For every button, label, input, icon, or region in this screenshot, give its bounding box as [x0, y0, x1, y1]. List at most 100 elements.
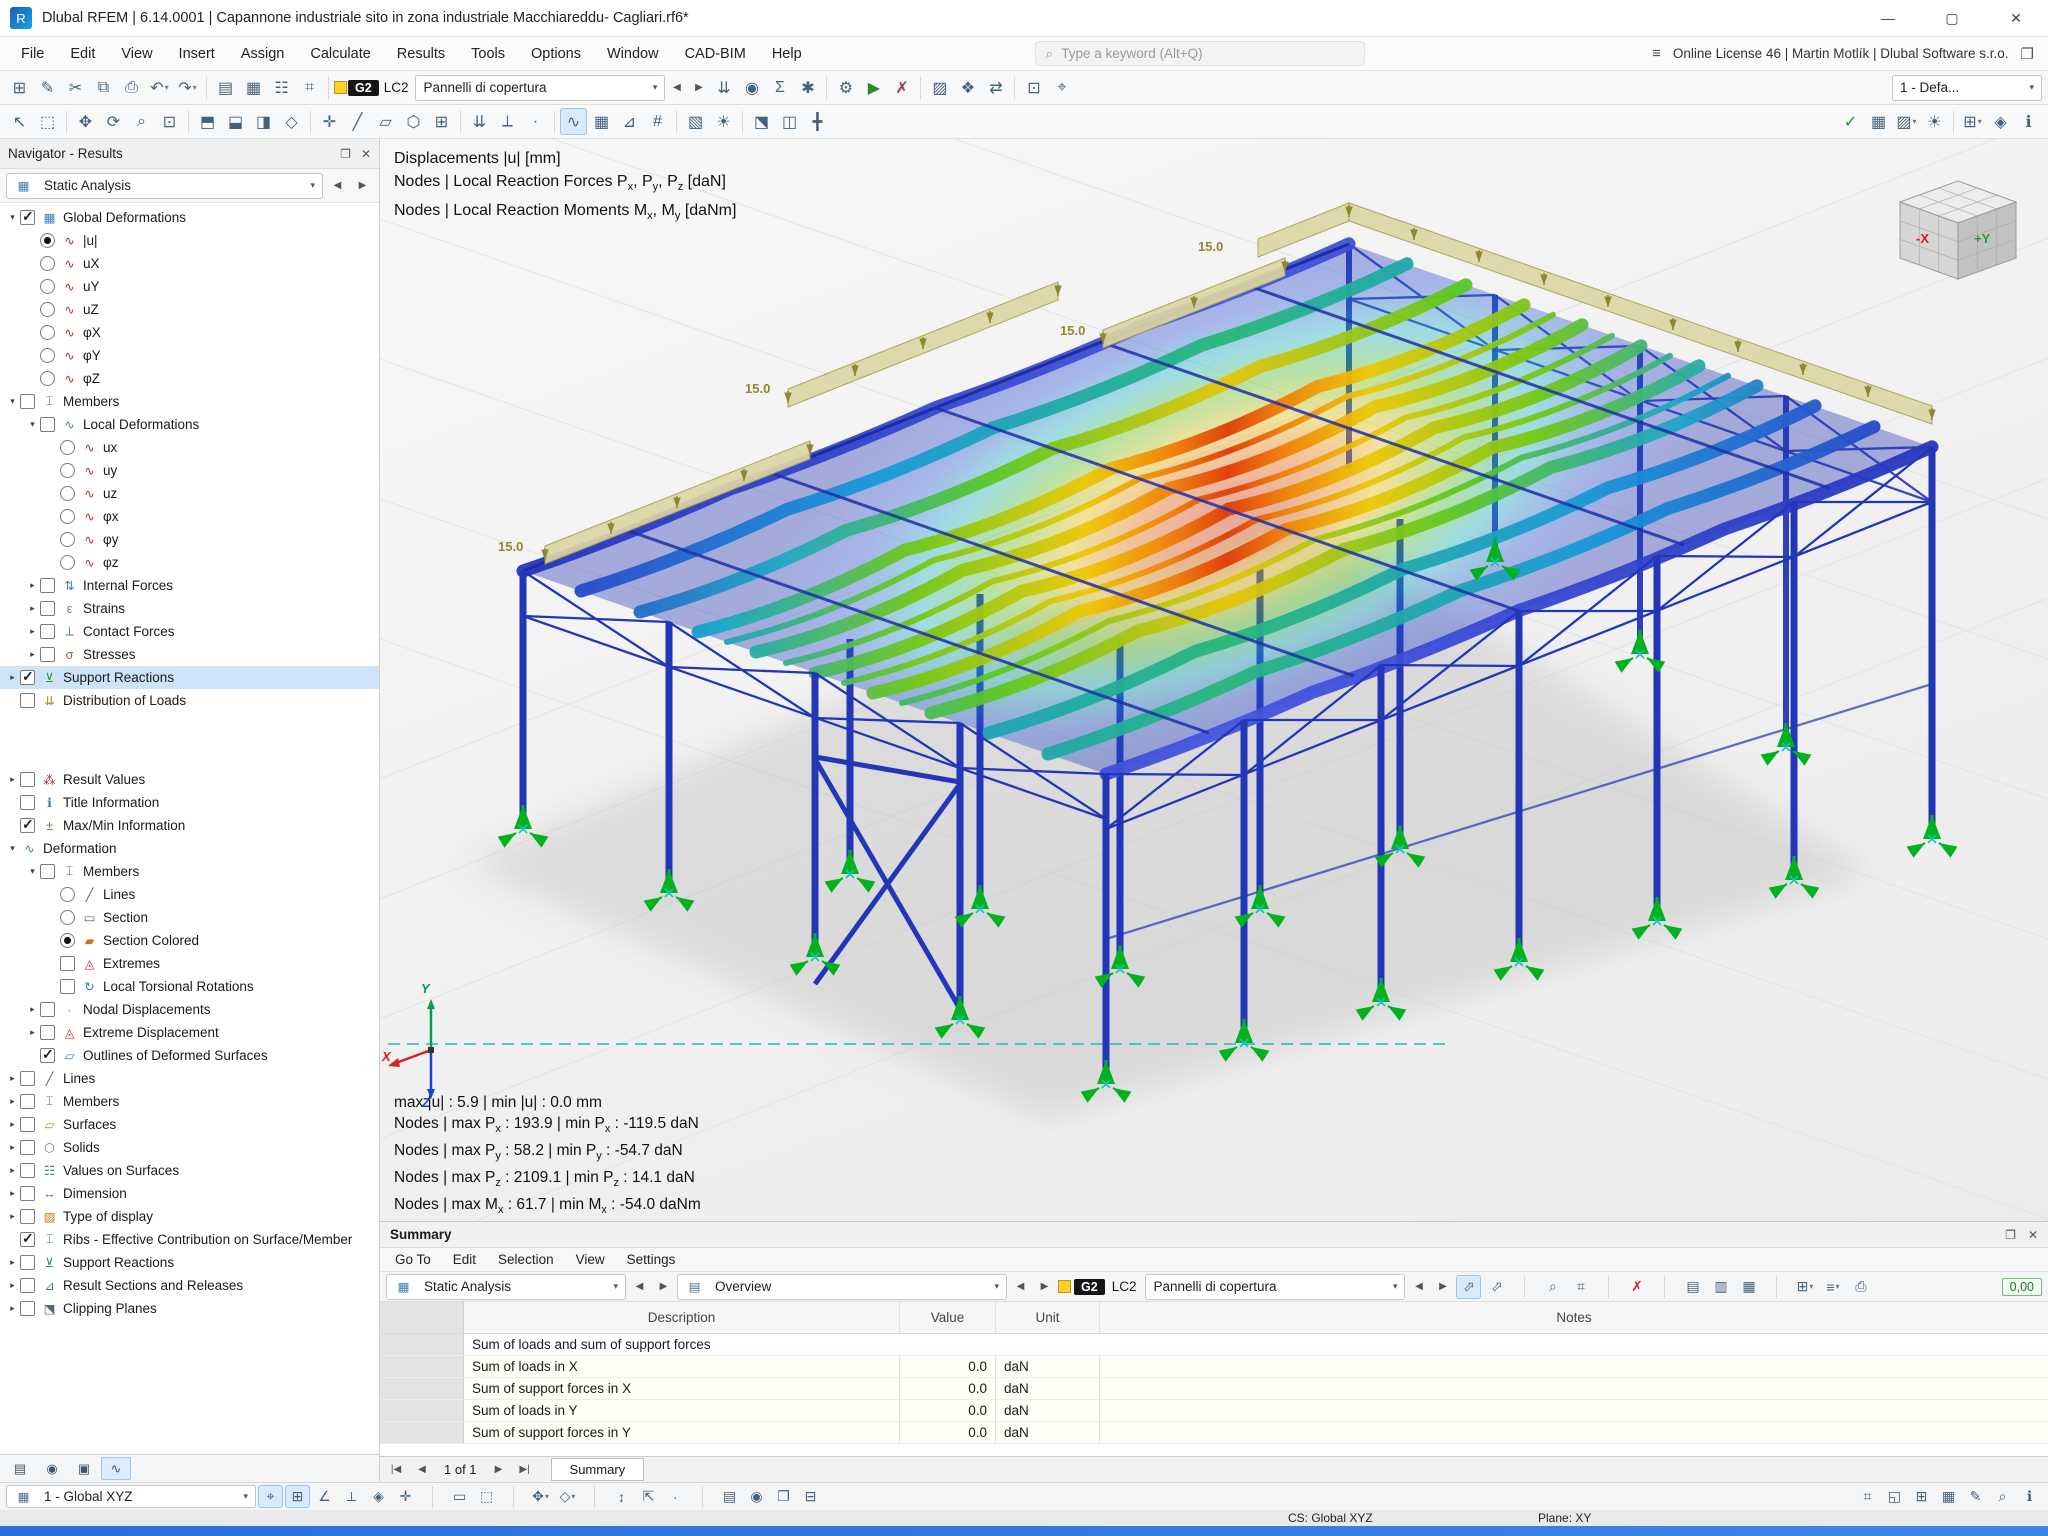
clipping[interactable]: ⬔ [748, 108, 775, 135]
tree-item-label[interactable]: Internal Forces [83, 578, 173, 593]
tree-item-label[interactable]: uY [83, 279, 100, 294]
expander-icon[interactable]: ▸ [25, 603, 40, 614]
tree-item-control[interactable] [60, 933, 75, 948]
numbering[interactable]: # [644, 108, 671, 135]
check-model[interactable]: ✓ [1837, 108, 1864, 135]
tree-item[interactable]: ▸ ∙ Nodal Displacements [0, 998, 379, 1021]
menu-item[interactable]: Options [518, 37, 594, 70]
panel-close-icon[interactable]: ✕ [361, 147, 371, 161]
coordinate-system-combo[interactable]: ▦ 1 - Global XYZ ▾ [6, 1485, 256, 1508]
first-page-button[interactable]: |◀ [384, 1459, 408, 1481]
tree-item-control[interactable] [60, 956, 75, 971]
tree-item-control[interactable] [40, 417, 55, 432]
display-settings[interactable]: ▨ [926, 74, 953, 101]
grid-tables[interactable]: ▦ [240, 74, 267, 101]
tree-item[interactable]: ▸ ⊿ Result Sections and Releases [0, 1274, 379, 1297]
zoom[interactable]: ⌕ [128, 108, 155, 135]
tree-item-control[interactable] [20, 1094, 35, 1109]
z-direction[interactable]: ↕ [609, 1485, 634, 1508]
section-display[interactable]: ⊿ [616, 108, 643, 135]
toolbar-button[interactable] [62, 110, 71, 134]
tree-item[interactable]: ▸ ↔ Dimension [0, 1182, 379, 1205]
find-object[interactable]: ⌕ [1990, 1485, 2015, 1508]
toolbar-button[interactable] [582, 1485, 607, 1508]
next-table-button[interactable]: ▶ [653, 1274, 674, 1300]
expander-icon[interactable]: ▾ [25, 419, 40, 430]
print-table[interactable]: ⎙ [1848, 1275, 1873, 1299]
hinge-tool[interactable]: ∙ [522, 108, 549, 135]
expander-icon[interactable]: ▸ [25, 626, 40, 637]
insert-object[interactable]: ⊡ [1020, 74, 1047, 101]
tree-item-control[interactable] [20, 772, 35, 787]
guidelines[interactable]: ╋ [804, 108, 831, 135]
tree-item[interactable]: ∿ |u| [0, 229, 379, 252]
toolbar-button[interactable] [690, 1485, 715, 1508]
expander-icon[interactable]: ▸ [5, 1188, 20, 1199]
expander-icon[interactable]: ▸ [25, 580, 40, 591]
tree-item[interactable]: ▸ σ Stresses [0, 643, 379, 666]
summary-analysis-combo[interactable]: ▦ Static Analysis ▾ [386, 1274, 626, 1300]
analysis-type-combo[interactable]: ▦ Static Analysis ▾ [6, 173, 323, 199]
toolbar-button[interactable] [184, 110, 193, 134]
toolbar-button[interactable] [822, 76, 831, 100]
prev-load-case-button[interactable]: ◀ [1408, 1274, 1429, 1300]
tree-item-control[interactable] [20, 1117, 35, 1132]
tree-item-label[interactable]: φx [103, 509, 119, 524]
tree-item[interactable] [0, 712, 379, 768]
tree-item-label[interactable]: Solids [63, 1140, 100, 1155]
loads-display[interactable]: ⇊ [710, 74, 737, 101]
tree-item[interactable]: ▾ ∿ Local Deformations [0, 413, 379, 436]
table-layout-1[interactable]: ▤ [1680, 1275, 1705, 1299]
tree-item[interactable]: ▸ ⟂ Contact Forces [0, 620, 379, 643]
display-properties[interactable]: ▨ ▾ [1893, 108, 1920, 135]
tree-item-control[interactable] [40, 1025, 55, 1040]
tab-display[interactable]: ◉ [37, 1457, 67, 1480]
menu-item[interactable]: View [108, 37, 165, 70]
tree-item-control[interactable] [40, 302, 55, 317]
tree-item[interactable]: ▸ ⊻ Support Reactions [0, 1251, 379, 1274]
summary-toolbar-button[interactable] [1596, 1275, 1621, 1299]
expander-icon[interactable]: ▸ [5, 1257, 20, 1268]
tree-item-label[interactable]: Support Reactions [63, 670, 174, 685]
tolerance-value[interactable]: 0,00 [2002, 1278, 2042, 1296]
tree-item[interactable]: ▸ ▨ Type of display [0, 1205, 379, 1228]
tree-item-control[interactable] [20, 1163, 35, 1178]
tree-item-control[interactable] [60, 910, 75, 925]
tree-item[interactable]: ▾ ∿ Deformation [0, 837, 379, 860]
expander-icon[interactable]: ▸ [5, 672, 20, 683]
tree-item[interactable]: ∿ uz [0, 482, 379, 505]
tree-item-control[interactable] [40, 348, 55, 363]
tree-item-control[interactable] [60, 509, 75, 524]
tables[interactable]: ▤ [212, 74, 239, 101]
solid-tool[interactable]: ⬡ [400, 108, 427, 135]
grid-toggle[interactable]: ⊞ [285, 1485, 310, 1508]
tree-item-control[interactable] [40, 371, 55, 386]
tree-item-control[interactable] [60, 532, 75, 547]
tree-item[interactable]: ▾ ▦ Global Deformations [0, 206, 379, 229]
new-model[interactable]: ⊞ [6, 74, 33, 101]
tree-item-label[interactable]: Dimension [63, 1186, 127, 1201]
toolbar-button[interactable] [672, 110, 681, 134]
tree-item-control[interactable] [20, 1186, 35, 1201]
minimize-panels[interactable]: ⊟ [798, 1485, 823, 1508]
tree-item[interactable]: ╱ Lines [0, 883, 379, 906]
model-canvas[interactable] [380, 139, 2048, 1221]
col-description[interactable]: Description [464, 1302, 900, 1333]
tab-results[interactable]: ∿ [101, 1457, 131, 1480]
tree-item-control[interactable] [20, 1232, 35, 1247]
prev-view-button[interactable]: ◀ [1010, 1274, 1031, 1300]
tree-item-label[interactable]: Title Information [63, 795, 159, 810]
tree-item-control[interactable] [40, 1048, 55, 1063]
tree-item-control[interactable] [60, 887, 75, 902]
tree-item-control[interactable] [40, 578, 55, 593]
tree-item-control[interactable] [20, 818, 35, 833]
tree-item-control[interactable] [20, 1140, 35, 1155]
menu-item[interactable]: CAD-BIM [672, 37, 759, 70]
tree-item-control[interactable] [20, 210, 35, 225]
tree-item-label[interactable]: uZ [83, 302, 99, 317]
tree-item[interactable]: ▾ ⌶ Members [0, 860, 379, 883]
toolbar-button[interactable] [1010, 76, 1019, 100]
prev-result-button[interactable]: ◀ [327, 173, 348, 199]
tree-item-label[interactable]: φz [103, 555, 119, 570]
menu-item[interactable]: Calculate [297, 37, 383, 70]
